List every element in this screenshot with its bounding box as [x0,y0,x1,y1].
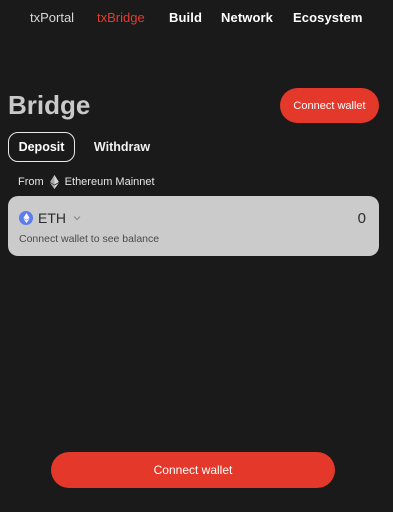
connect-wallet-button[interactable]: Connect wallet [280,88,379,123]
ethereum-icon [49,175,59,189]
connect-wallet-main-button[interactable]: Connect wallet [51,452,335,488]
eth-icon [19,211,33,225]
nav-item-txbridge[interactable]: txBridge [97,10,145,25]
top-navigation: txPortal txBridge Build Network Ecosyste… [0,0,393,36]
from-network: From Ethereum Mainnet [18,174,155,190]
nav-item-network[interactable]: Network [221,10,273,25]
chevron-down-icon [73,216,81,221]
token-amount-card: ETH 0 Connect wallet to see balance [8,196,379,256]
amount-input[interactable]: 0 [358,210,366,227]
token-selector[interactable]: ETH [19,210,81,226]
nav-item-ecosystem[interactable]: Ecosystem [293,10,363,25]
balance-note: Connect wallet to see balance [19,233,160,245]
tab-deposit[interactable]: Deposit [8,132,75,162]
from-label: From [18,176,44,188]
page-title: Bridge [8,90,91,120]
tab-withdraw[interactable]: Withdraw [88,132,156,162]
from-network-name: Ethereum Mainnet [64,176,155,188]
nav-item-build[interactable]: Build [169,10,202,25]
token-name: ETH [38,210,66,226]
nav-item-txportal[interactable]: txPortal [30,10,74,25]
